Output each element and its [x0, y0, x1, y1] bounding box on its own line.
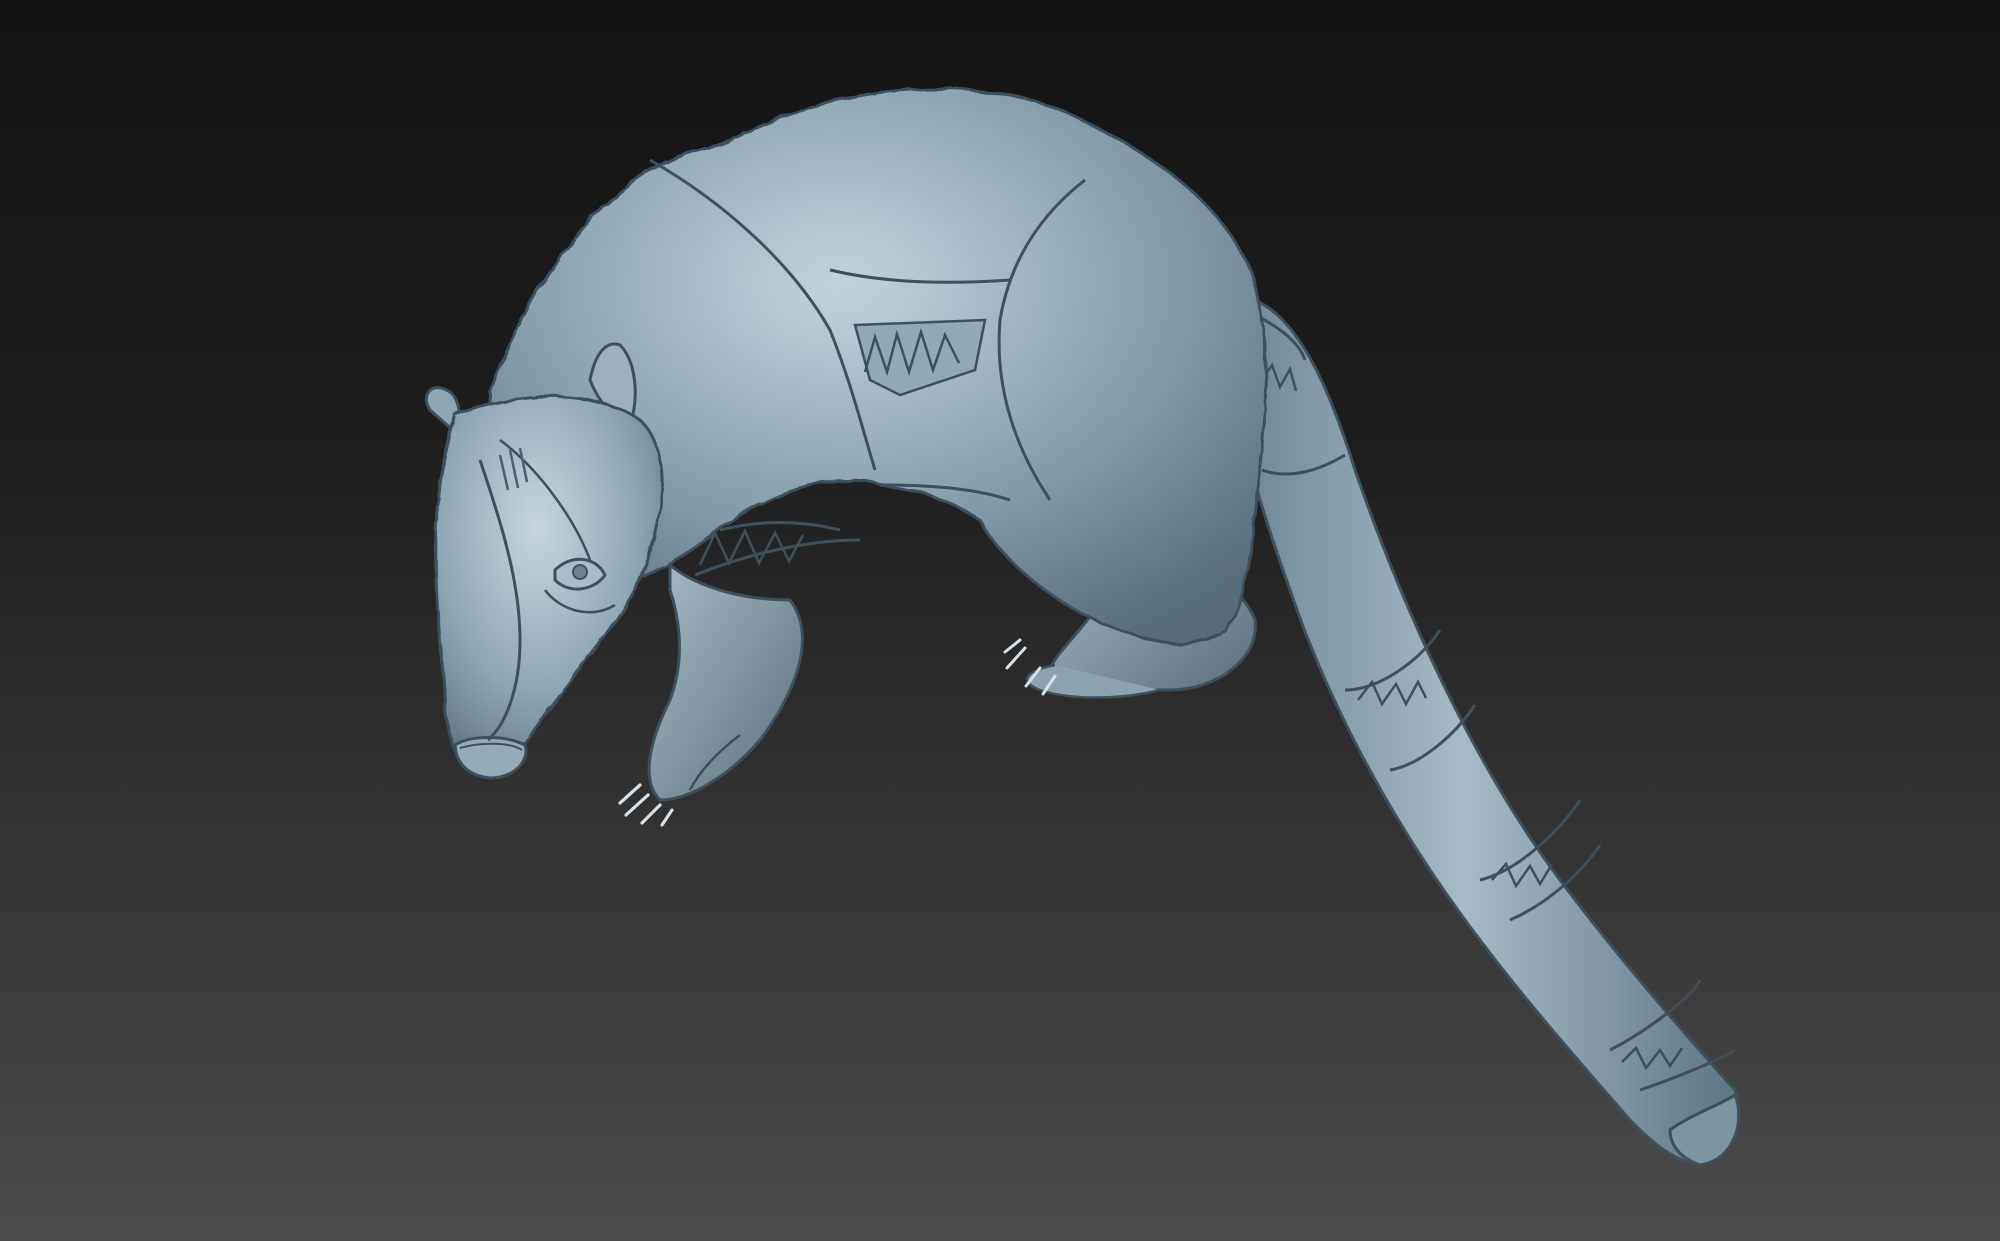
- 3d-viewport[interactable]: [0, 0, 2000, 1241]
- front-leg: [618, 561, 804, 827]
- coati-sculpture-render[interactable]: [0, 0, 2000, 1241]
- head: [424, 342, 665, 780]
- tail: [1238, 297, 1741, 1167]
